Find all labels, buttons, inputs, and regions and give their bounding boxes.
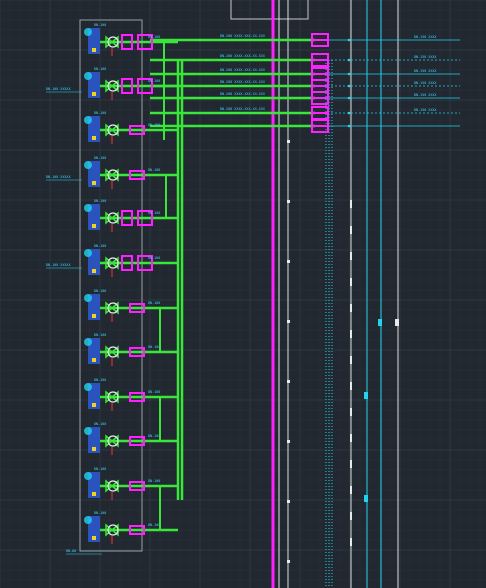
equipment-tag-label: DN-100	[94, 511, 106, 515]
tap-point	[347, 84, 351, 88]
branch-tag-label: DN-100	[148, 345, 160, 349]
riser-marker	[364, 495, 368, 502]
branch-tag-label: DN-100	[148, 434, 160, 438]
status-marker	[92, 269, 96, 273]
equipment-tag-label: DN-100	[94, 422, 106, 426]
gauge-icon	[84, 204, 92, 212]
branch-tag-label: DN-100	[148, 123, 160, 127]
branch-tag-label: DN-100	[148, 523, 160, 527]
gauge-icon	[84, 516, 92, 524]
branch-tag-label: DN-100	[148, 211, 160, 215]
right-tag-label: DN-150 XXXX	[414, 108, 437, 112]
status-marker	[92, 447, 96, 451]
header-run-label: DN-200 XXXX-XXX-XX-XXX	[220, 68, 266, 72]
status-marker	[92, 358, 96, 362]
riser-tick	[287, 140, 290, 143]
gauge-icon	[84, 116, 92, 124]
branch-tag-label: DN-100	[148, 301, 160, 305]
branch-tag-label: DN-100	[148, 79, 160, 83]
gauge-icon	[84, 161, 92, 169]
right-tag-label: DN-150 XXXX	[414, 69, 437, 73]
branch-tag-label: DN-100	[148, 390, 160, 394]
branch-tag-label: DN-100	[148, 35, 160, 39]
tap-point	[347, 111, 351, 115]
gauge-icon	[84, 294, 92, 302]
riser-tick	[287, 320, 290, 323]
branch-tag-label: DN-100	[148, 479, 160, 483]
gauge-icon	[84, 472, 92, 480]
left-callout-label: DN-100 XXXXX	[46, 87, 71, 91]
riser-tick	[287, 200, 290, 203]
right-tag-label: DN-150 XXXX	[414, 35, 437, 39]
tap-point	[347, 58, 351, 62]
riser-marker	[395, 319, 399, 326]
status-marker	[92, 48, 96, 52]
equipment-tag-label: DN-100	[94, 289, 106, 293]
header-run-label: DN-200 XXXX-XXX-XX-XXX	[220, 92, 266, 96]
equipment-tag-label: DN-100	[94, 111, 106, 115]
equipment-tag-label: DN-100	[94, 378, 106, 382]
status-marker	[92, 492, 96, 496]
gauge-icon	[84, 28, 92, 36]
riser-tick	[287, 260, 290, 263]
status-marker	[92, 136, 96, 140]
tap-point	[347, 72, 351, 76]
equipment-tag-label: DN-100	[94, 156, 106, 160]
tap-point	[347, 96, 351, 100]
equipment-tag-label: DN-100	[94, 333, 106, 337]
header-run-label: DN-200 XXXX-XXX-XX-XXX	[220, 80, 266, 84]
status-marker	[92, 224, 96, 228]
riser-tick	[287, 380, 290, 383]
gauge-icon	[84, 427, 92, 435]
header-run-label: DN-200 XXXX-XXX-XX-XXX	[220, 54, 266, 58]
left-callout-label: DN-80	[66, 549, 76, 553]
gauge-icon	[84, 383, 92, 391]
left-callout-label: DN-100 XXXXX	[46, 263, 71, 267]
gauge-icon	[84, 72, 92, 80]
equipment-tag-label: DN-100	[94, 67, 106, 71]
status-marker	[92, 314, 96, 318]
riser-tick	[287, 440, 290, 443]
branch-tag-label: DN-100	[148, 168, 160, 172]
equipment-tag-label: DN-100	[94, 467, 106, 471]
equipment-tag-label: DN-100	[94, 244, 106, 248]
gauge-icon	[84, 338, 92, 346]
status-marker	[92, 181, 96, 185]
riser-marker	[378, 319, 382, 326]
status-marker	[92, 403, 96, 407]
tap-point	[347, 124, 351, 128]
riser-tick	[287, 560, 290, 563]
branch-tag-label: DN-100	[148, 256, 160, 260]
header-run-label: DN-200 XXXX-XXX-XX-XXX	[220, 107, 266, 111]
cad-model-viewport[interactable]: DN-200 XXXX-XXX-XX-XXX DN-150 XXXX DN-200 …	[0, 0, 486, 588]
right-tag-label: DN-150 XXXX	[414, 55, 437, 59]
right-tag-label: DN-150 XXXX	[414, 81, 437, 85]
equipment-tag-label: DN-100	[94, 23, 106, 27]
tap-point	[347, 38, 351, 42]
right-tag-label: DN-150 XXXX	[414, 93, 437, 97]
status-marker	[92, 92, 96, 96]
equipment-tag-label: DN-100	[94, 199, 106, 203]
gauge-icon	[84, 249, 92, 257]
riser-tick	[287, 500, 290, 503]
status-marker	[92, 536, 96, 540]
riser-marker	[364, 392, 368, 399]
header-run-label: DN-200 XXXX-XXX-XX-XXX	[220, 34, 266, 38]
left-callout-label: DN-100 XXXXX	[46, 175, 71, 179]
